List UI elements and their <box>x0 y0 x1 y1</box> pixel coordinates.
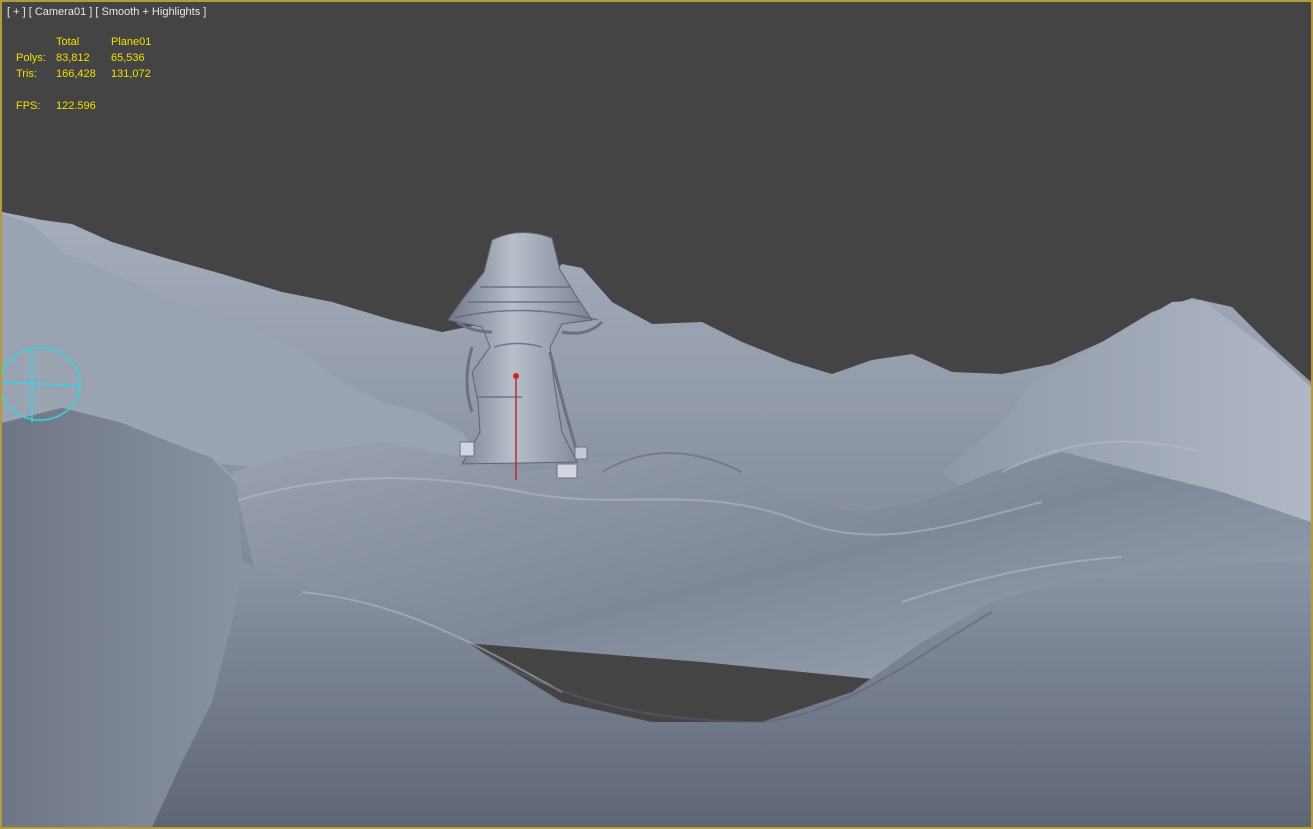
viewport-menu-plus[interactable]: [ + ] <box>7 6 26 18</box>
stats-polys-total: 83,812 <box>56 52 90 64</box>
stats-tris-label: Tris: <box>16 68 37 80</box>
stats-polys-label: Polys: <box>16 52 46 64</box>
stats-fps-value: 122.596 <box>56 100 96 112</box>
stats-tris-object: 131,072 <box>111 68 151 80</box>
viewport-shading-menu[interactable]: [ Smooth + Highlights ] <box>95 6 206 18</box>
stats-header-object: Plane01 <box>111 36 152 48</box>
stats-tris-total: 166,428 <box>56 68 96 80</box>
viewport-label: [ + ] [ Camera01 ] [ Smooth + Highlights… <box>7 6 206 18</box>
viewport-camera-menu[interactable]: [ Camera01 ] <box>29 6 93 18</box>
camera-viewport[interactable]: [ + ] [ Camera01 ] [ Smooth + Highlights… <box>0 0 1313 829</box>
stats-header-total: Total <box>56 36 80 48</box>
stats-fps-label: FPS: <box>16 100 41 112</box>
stats-polys-object: 65,536 <box>111 52 145 64</box>
viewport-scene[interactable] <box>2 2 1311 827</box>
